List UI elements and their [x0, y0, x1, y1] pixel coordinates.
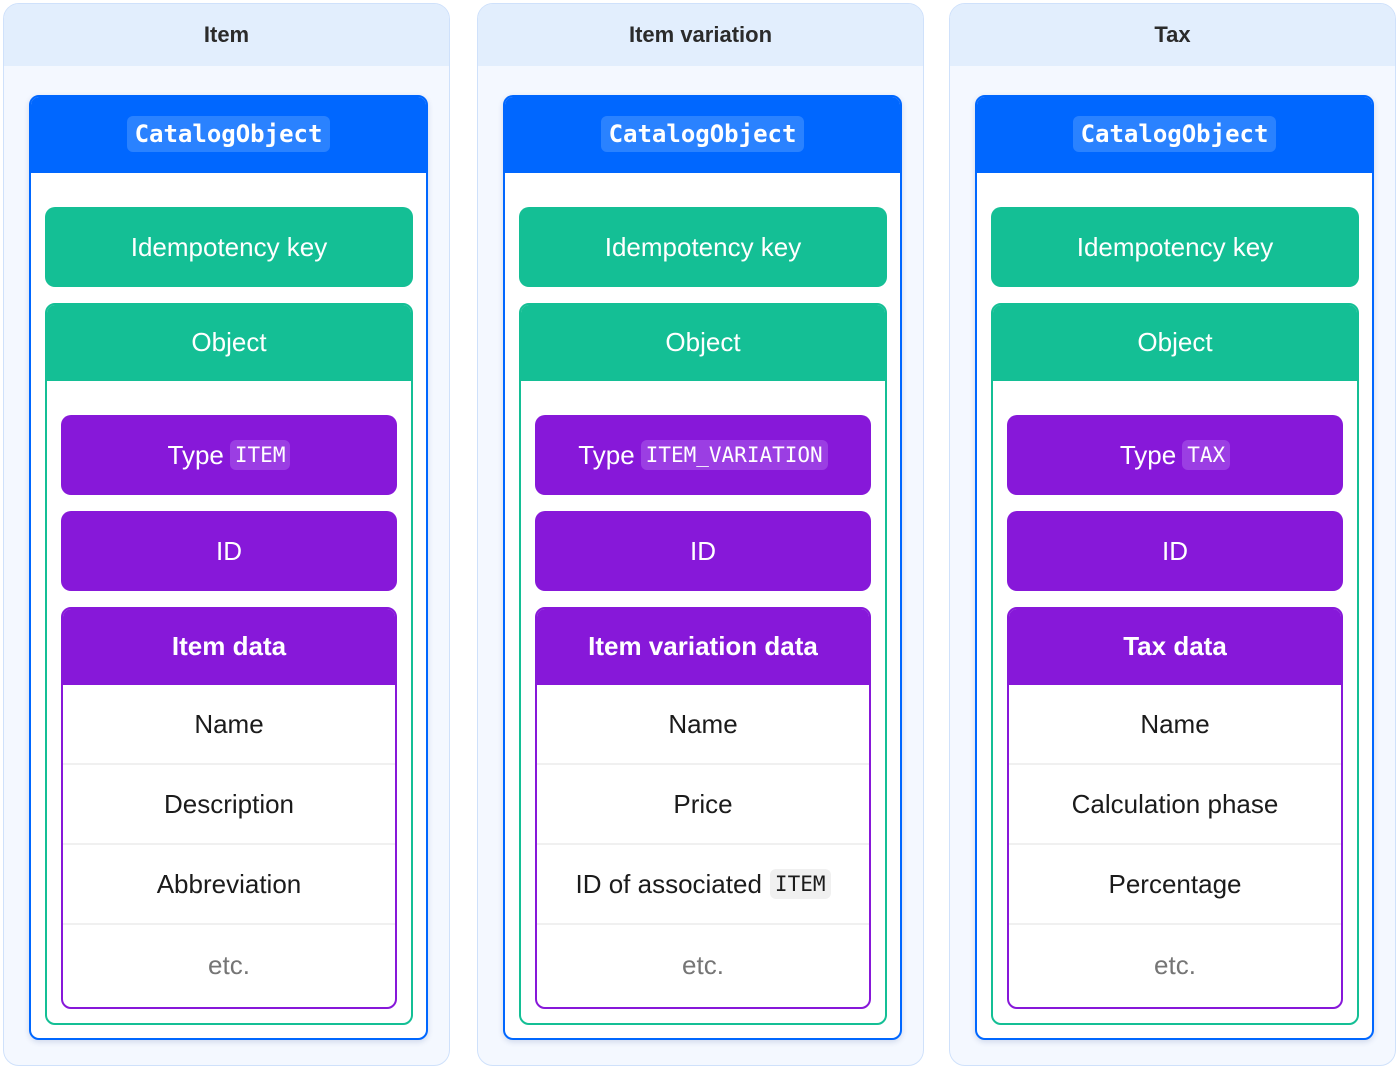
field-list: Name Calculation phase Percentage etc.: [1009, 685, 1341, 1005]
object-box: Object Type ITEM ID Item data Name Descri…: [45, 303, 413, 1025]
field-row: Percentage: [1009, 845, 1341, 925]
type-box: Type TAX: [1007, 415, 1343, 495]
field-label: Name: [1140, 708, 1210, 739]
type-label: Type: [578, 439, 635, 470]
field-row: Calculation phase: [1009, 765, 1341, 845]
field-row: etc.: [537, 925, 869, 1005]
id-box: ID: [1007, 511, 1343, 591]
type-value: ITEM_VARIATION: [640, 440, 828, 470]
object-box: Object Type TAX ID Tax data Name Calculat…: [991, 303, 1359, 1025]
field-label: Percentage: [1108, 868, 1242, 899]
field-label: Name: [194, 708, 264, 739]
field-row: Abbreviation: [63, 845, 395, 925]
column-item: Item CatalogObject Idempotency key Objec…: [3, 3, 450, 1066]
catalog-object-card: CatalogObject Idempotency key Object Typ…: [29, 95, 428, 1040]
field-list: Name Price ID of associated ITEM etc.: [537, 685, 869, 1005]
data-header: Item variation data: [537, 609, 869, 685]
field-row: etc.: [63, 925, 395, 1005]
id-box: ID: [535, 511, 871, 591]
idempotency-key-box: Idempotency key: [519, 207, 887, 287]
field-label: Price: [673, 788, 733, 819]
catalog-object-header: CatalogObject: [977, 97, 1372, 173]
catalog-object-label: CatalogObject: [600, 116, 805, 152]
field-row: Name: [1009, 685, 1341, 765]
column-title: Item: [4, 4, 449, 66]
data-header: Tax data: [1009, 609, 1341, 685]
object-header: Object: [993, 305, 1357, 381]
field-list: Name Description Abbreviation etc.: [63, 685, 395, 1005]
data-header: Item data: [63, 609, 395, 685]
idempotency-key-box: Idempotency key: [45, 207, 413, 287]
field-label: Calculation phase: [1071, 788, 1279, 819]
catalog-object-header: CatalogObject: [31, 97, 426, 173]
object-box: Object Type ITEM_VARIATION ID Item varia…: [519, 303, 887, 1025]
object-header: Object: [521, 305, 885, 381]
field-row: Price: [537, 765, 869, 845]
column-tax: Tax CatalogObject Idempotency key Object…: [949, 3, 1396, 1066]
column-title: Item variation: [478, 4, 923, 66]
field-row: Name: [63, 685, 395, 765]
catalog-object-header: CatalogObject: [505, 97, 900, 173]
type-value: TAX: [1182, 440, 1231, 470]
column-title: Tax: [950, 4, 1395, 66]
field-label: Description: [163, 788, 295, 819]
field-label: etc.: [208, 949, 250, 980]
type-label: Type: [1119, 439, 1177, 470]
field-code: ITEM: [769, 869, 831, 899]
field-label: Abbreviation: [156, 868, 302, 899]
id-box: ID: [61, 511, 397, 591]
field-label: Name: [668, 708, 738, 739]
field-label: etc.: [682, 949, 724, 980]
field-label: ID of associated: [575, 868, 762, 899]
catalog-object-card: CatalogObject Idempotency key Object Typ…: [503, 95, 902, 1040]
type-box: Type ITEM_VARIATION: [535, 415, 871, 495]
data-box: Item data Name Description Abbreviation etc…: [61, 607, 397, 1009]
data-box: Tax data Name Calculation phase Percentage…: [1007, 607, 1343, 1009]
catalog-object-label: CatalogObject: [126, 116, 331, 152]
field-label: etc.: [1154, 949, 1196, 980]
type-label: Type: [167, 439, 224, 470]
type-box: Type ITEM: [61, 415, 397, 495]
field-row: Description: [63, 765, 395, 845]
catalog-object-label: CatalogObject: [1072, 116, 1277, 152]
idempotency-key-box: Idempotency key: [991, 207, 1359, 287]
catalog-object-card: CatalogObject Idempotency key Object Typ…: [975, 95, 1374, 1040]
field-row: etc.: [1009, 925, 1341, 1005]
column-item-variation: Item variation CatalogObject Idempotency…: [477, 3, 924, 1066]
data-box: Item variation data Name Price ID of assoc…: [535, 607, 871, 1009]
field-row: Name: [537, 685, 869, 765]
field-row: ID of associated ITEM: [537, 845, 869, 925]
type-value: ITEM: [229, 440, 291, 470]
object-header: Object: [47, 305, 411, 381]
